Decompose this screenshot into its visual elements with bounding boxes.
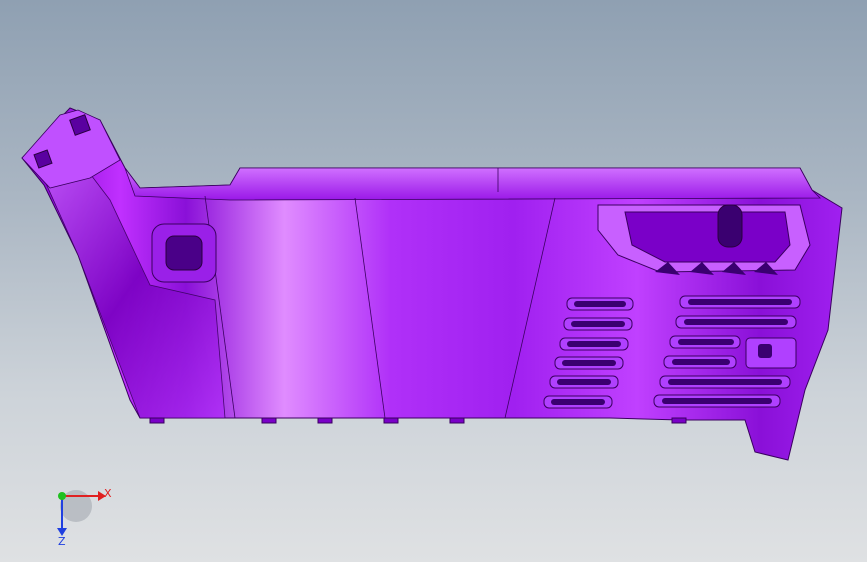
bottom-tabs	[149, 417, 687, 424]
y-axis-dot	[58, 492, 66, 500]
part-body[interactable]	[21, 107, 843, 461]
grip-slot	[717, 204, 743, 248]
graphics-viewport[interactable]: X Z	[0, 0, 867, 562]
x-axis-label: X	[104, 487, 112, 500]
cad-model-view[interactable]: X Z	[0, 0, 867, 562]
axis-triad: X Z	[57, 487, 112, 548]
top-ledge	[124, 167, 821, 201]
z-axis-label: Z	[58, 535, 66, 548]
